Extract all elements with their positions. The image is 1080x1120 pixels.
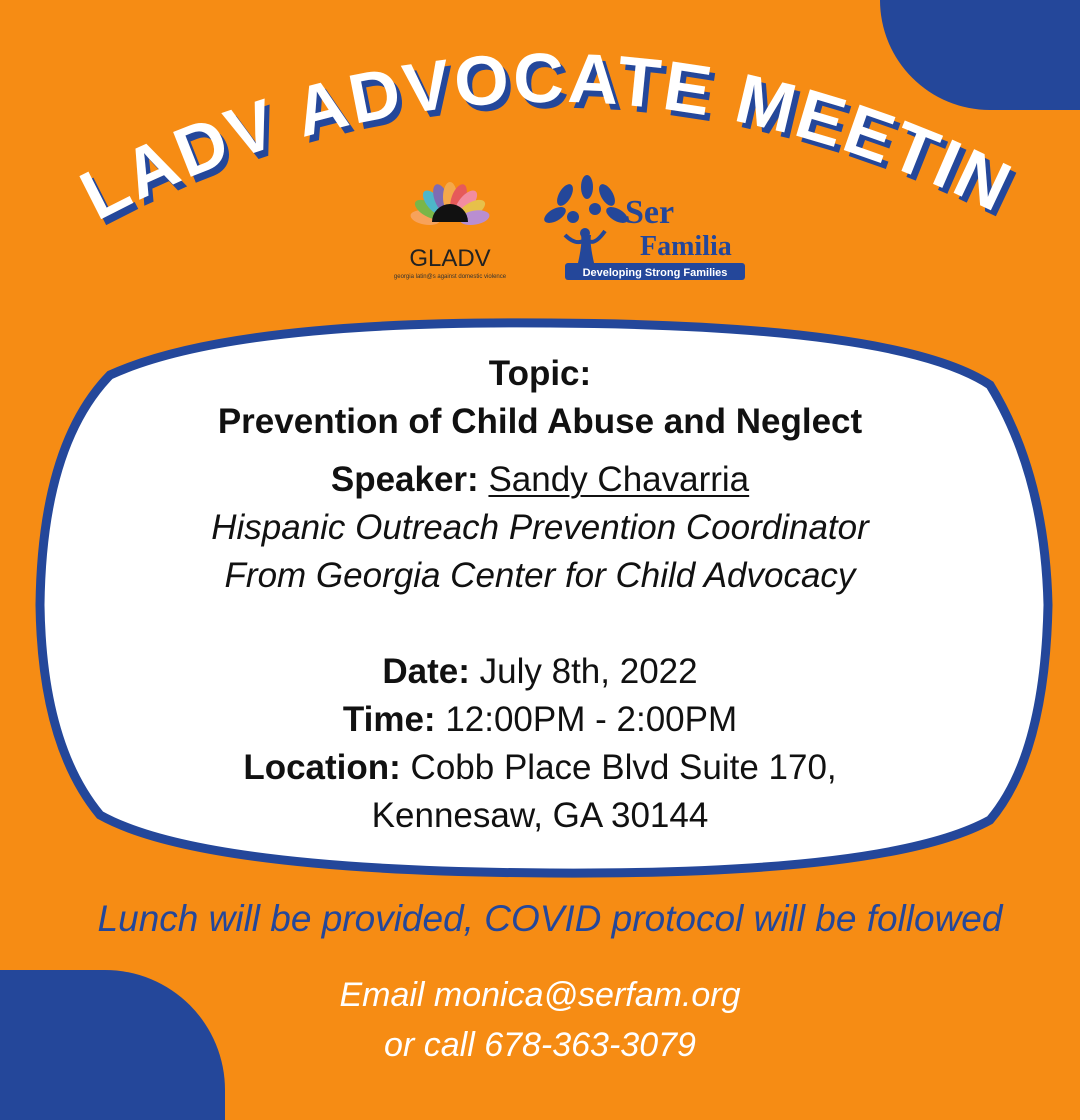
time-line: Time: 12:00PM - 2:00PM [60, 696, 1020, 744]
speaker-role: Hispanic Outreach Prevention Coordinator [211, 508, 869, 547]
location-line1: Cobb Place Blvd Suite 170, [410, 748, 837, 787]
location-line: Location: Cobb Place Blvd Suite 170, [60, 744, 1020, 792]
date-label: Date: [382, 652, 470, 691]
email-line[interactable]: Email monica@serfam.org [290, 970, 790, 1020]
location-line2: Kennesaw, GA 30144 [371, 796, 709, 835]
contact-info: Email monica@serfam.org or call 678-363-… [290, 970, 790, 1070]
tree-family-icon [544, 175, 628, 275]
phone-line[interactable]: or call 678-363-3079 [290, 1020, 790, 1070]
lunch-note: Lunch will be provided, COVID protocol w… [97, 898, 1003, 939]
speaker-org: From Georgia Center for Child Advocacy [224, 556, 856, 595]
date-value: July 8th, 2022 [479, 652, 698, 691]
speaker-name: Sandy Chavarria [488, 460, 750, 499]
speaker-line: Speaker: Sandy Chavarria [60, 456, 1020, 504]
speaker-label: Speaker: [330, 460, 479, 499]
ser-logo-line1: Ser [625, 194, 674, 231]
ser-logo-line2: Familia [640, 231, 732, 262]
gladv-logo-tagline: georgia latin@s against domestic violenc… [394, 274, 507, 280]
corner-decoration-bottom-left [0, 970, 225, 1120]
ser-logo-tagline: Developing Strong Families [583, 267, 728, 279]
location-label: Location: [243, 748, 401, 787]
topic-value: Prevention of Child Abuse and Neglect [217, 402, 863, 441]
gladv-logo-name: GLADV [409, 245, 490, 272]
date-line: Date: July 8th, 2022 [60, 648, 1020, 696]
topic-label: Topic: [488, 354, 592, 393]
gladv-logo: GLADV georgia latin@s against domestic v… [394, 182, 507, 280]
info-card: Topic: Prevention of Child Abuse and Neg… [60, 350, 1020, 840]
time-value: 12:00PM - 2:00PM [445, 700, 738, 739]
time-label: Time: [342, 700, 436, 739]
ser-familia-logo: Ser Familia Developing Strong Families [544, 175, 745, 280]
